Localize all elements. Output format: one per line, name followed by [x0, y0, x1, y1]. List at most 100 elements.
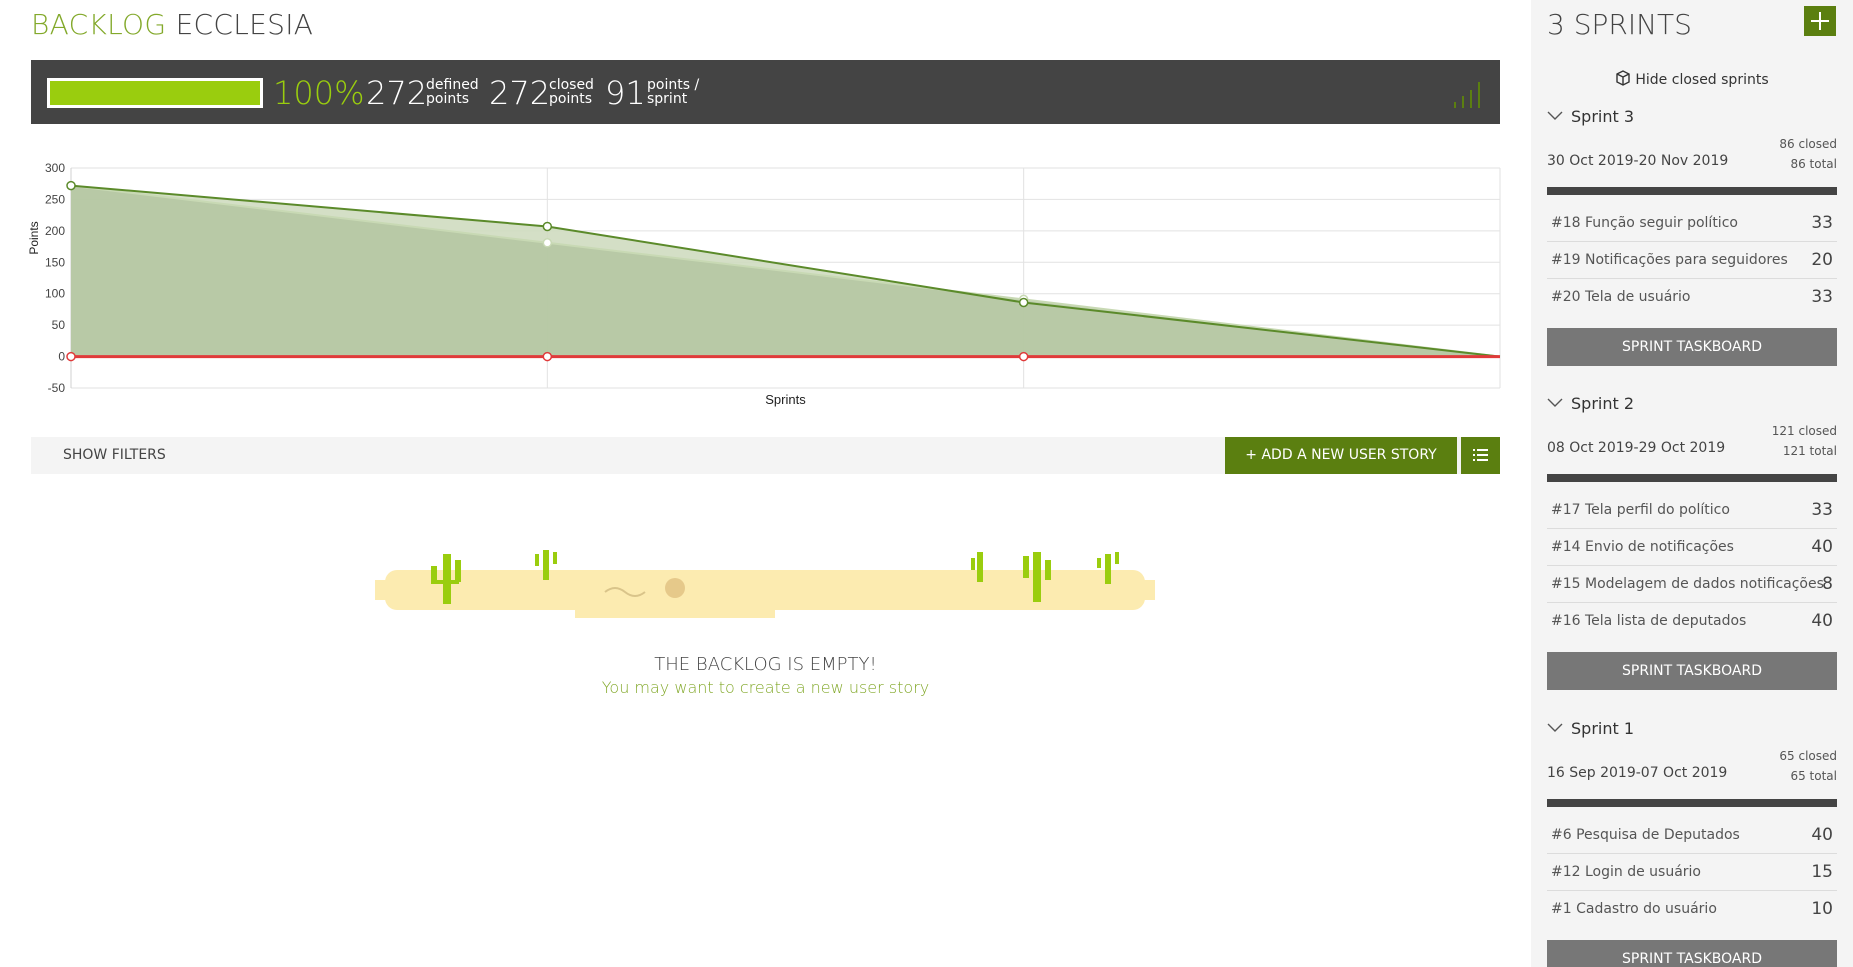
sprint-story[interactable]: #18 Função seguir político 33: [1547, 205, 1837, 242]
sprint-name: Sprint 3: [1571, 107, 1635, 126]
defined-points-value: 272: [366, 74, 428, 112]
sprint-dates: 16 Sep 2019-07 Oct 2019: [1547, 765, 1728, 781]
defined-label-line1: defined: [426, 77, 479, 93]
progress-bar: [47, 78, 263, 108]
story-label: #20 Tela de usuário: [1551, 289, 1691, 305]
y-axis-label: Points: [27, 221, 41, 254]
sprint-dates: 08 Oct 2019-29 Oct 2019: [1547, 440, 1726, 456]
sprint-card: Sprint 2 121 closed 08 Oct 2019-29 Oct 2…: [1547, 394, 1837, 690]
series-point-0: [66, 180, 76, 191]
story-points: 15: [1811, 862, 1833, 882]
story-points: 8: [1822, 574, 1833, 594]
y-tick-label: 0: [58, 350, 65, 364]
chevron-down-icon: [1547, 723, 1563, 732]
burndown-chart: 300 250 200 150 100 50 0 -50 Sprints Points: [20, 150, 1510, 415]
story-points: 33: [1811, 213, 1833, 233]
sprint-story[interactable]: #12 Login de usuário 15: [1547, 854, 1837, 891]
series-point-0: [1018, 297, 1029, 308]
defined-label-line2: points: [426, 91, 469, 107]
sprint-toggle[interactable]: Sprint 1: [1547, 719, 1837, 743]
sprints-count-title: 3 SPRINTS: [1547, 8, 1692, 41]
story-points: 40: [1811, 825, 1833, 845]
page-title-backlog: BACKLOG: [31, 8, 167, 41]
sprint-closed-points: 121 closed: [1771, 424, 1837, 438]
sprint-story[interactable]: #6 Pesquisa de Deputados 40: [1547, 817, 1837, 854]
velocity-label: points / sprint: [647, 78, 699, 106]
sprint-card: Sprint 3 86 closed 30 Oct 2019-20 Nov 20…: [1547, 107, 1837, 366]
progress-bar-fill: [50, 81, 260, 105]
chevron-down-icon: [1547, 398, 1563, 407]
signal-bars-icon[interactable]: [1452, 78, 1486, 108]
story-label: #1 Cadastro do usuário: [1551, 901, 1717, 917]
story-label: #19 Notificações para seguidores: [1551, 252, 1788, 268]
story-points: 40: [1811, 611, 1833, 631]
y-tick-label: 50: [52, 318, 66, 332]
sprint-name: Sprint 1: [1571, 719, 1635, 738]
series-point-2: [66, 351, 76, 362]
list-icon: [1473, 449, 1488, 461]
sprint-progress-bar: [1547, 187, 1837, 195]
page-title: BACKLOG ECCLESIA: [31, 8, 313, 41]
closed-label-line1: closed: [549, 77, 594, 93]
show-filters-button[interactable]: SHOW FILTERS: [63, 447, 166, 463]
sprint-story[interactable]: #19 Notificações para seguidores 20: [1547, 242, 1837, 279]
series-point-1: [542, 238, 553, 248]
y-tick-label: 200: [45, 224, 65, 238]
progress-percent: 100%: [273, 74, 365, 112]
story-label: #17 Tela perfil do político: [1551, 502, 1730, 518]
hide-closed-sprints-label: Hide closed sprints: [1635, 72, 1769, 88]
backlog-page: BACKLOG ECCLESIA 100% 272 defined points…: [0, 0, 1853, 967]
sprint-toggle[interactable]: Sprint 3: [1547, 107, 1837, 131]
sprint-toggle[interactable]: Sprint 2: [1547, 394, 1837, 418]
sprint-story[interactable]: #20 Tela de usuário 33: [1547, 279, 1837, 316]
sprint-card: Sprint 1 65 closed 16 Sep 2019-07 Oct 20…: [1547, 719, 1837, 967]
story-points: 33: [1811, 500, 1833, 520]
sprint-story[interactable]: #14 Envio de notificações 40: [1547, 529, 1837, 566]
sprint-story[interactable]: #15 Modelagem de dados notificações 8: [1547, 566, 1837, 603]
hide-closed-sprints-toggle[interactable]: Hide closed sprints: [1531, 70, 1853, 88]
sprints-sidebar: 3 SPRINTS Hide closed sprints Sprint 3 8…: [1531, 0, 1853, 967]
sprint-closed-points: 86 closed: [1779, 137, 1837, 151]
y-tick-label: 250: [45, 192, 65, 206]
sprint-meta: 86 closed 30 Oct 2019-20 Nov 2019 86 tot…: [1547, 131, 1837, 175]
empty-backlog-subtitle[interactable]: You may want to create a new user story: [0, 678, 1531, 697]
sprint-total-points: 86 total: [1790, 157, 1837, 171]
empty-desert-illustration: [375, 550, 1155, 618]
sprint-story[interactable]: #16 Tela lista de deputados 40: [1547, 603, 1837, 640]
archive-box-icon: [1616, 70, 1631, 86]
story-label: #15 Modelagem de dados notificações: [1551, 576, 1824, 592]
empty-backlog-title: THE BACKLOG IS EMPTY!: [654, 654, 877, 675]
sprint-meta: 121 closed 08 Oct 2019-29 Oct 2019 121 t…: [1547, 418, 1837, 462]
story-label: #16 Tela lista de deputados: [1551, 613, 1747, 629]
story-label: #6 Pesquisa de Deputados: [1551, 827, 1740, 843]
story-label: #14 Envio de notificações: [1551, 539, 1734, 555]
y-tick-label: 300: [45, 161, 65, 175]
add-user-story-button[interactable]: + ADD A NEW USER STORY: [1225, 437, 1457, 474]
sprint-story[interactable]: #1 Cadastro do usuário 10: [1547, 891, 1837, 928]
sprint-meta: 65 closed 16 Sep 2019-07 Oct 2019 65 tot…: [1547, 743, 1837, 787]
bulk-insert-button[interactable]: [1461, 437, 1500, 474]
sprint-name: Sprint 2: [1571, 394, 1635, 413]
y-tick-label: -50: [48, 381, 66, 395]
sprint-total-points: 121 total: [1782, 444, 1837, 458]
sprint-taskboard-button[interactable]: SPRINT TASKBOARD: [1547, 328, 1837, 366]
sprint-taskboard-button[interactable]: SPRINT TASKBOARD: [1547, 652, 1837, 690]
sprint-progress-bar: [1547, 474, 1837, 482]
x-axis-label: Sprints: [765, 392, 806, 407]
defined-points-label: defined points: [426, 78, 479, 106]
add-sprint-button[interactable]: [1804, 6, 1836, 36]
series-point-2: [1018, 351, 1029, 362]
backlog-summary: 100% 272 defined points 272 closed point…: [31, 60, 1500, 124]
story-points: 10: [1811, 899, 1833, 919]
burndown-chart-svg: 300 250 200 150 100 50 0 -50 Sprints Points: [27, 161, 1501, 407]
story-label: #18 Função seguir político: [1551, 215, 1738, 231]
story-points: 33: [1811, 287, 1833, 307]
page-title-project: ECCLESIA: [175, 8, 314, 41]
velocity-label-line1: points /: [647, 77, 700, 93]
sprint-story[interactable]: #17 Tela perfil do político 33: [1547, 492, 1837, 529]
sprint-taskboard-button[interactable]: SPRINT TASKBOARD: [1547, 940, 1837, 967]
closed-label-line2: points: [549, 91, 592, 107]
velocity-value: 91: [605, 74, 646, 112]
series-point-2: [542, 351, 553, 362]
chevron-down-icon: [1547, 111, 1563, 120]
